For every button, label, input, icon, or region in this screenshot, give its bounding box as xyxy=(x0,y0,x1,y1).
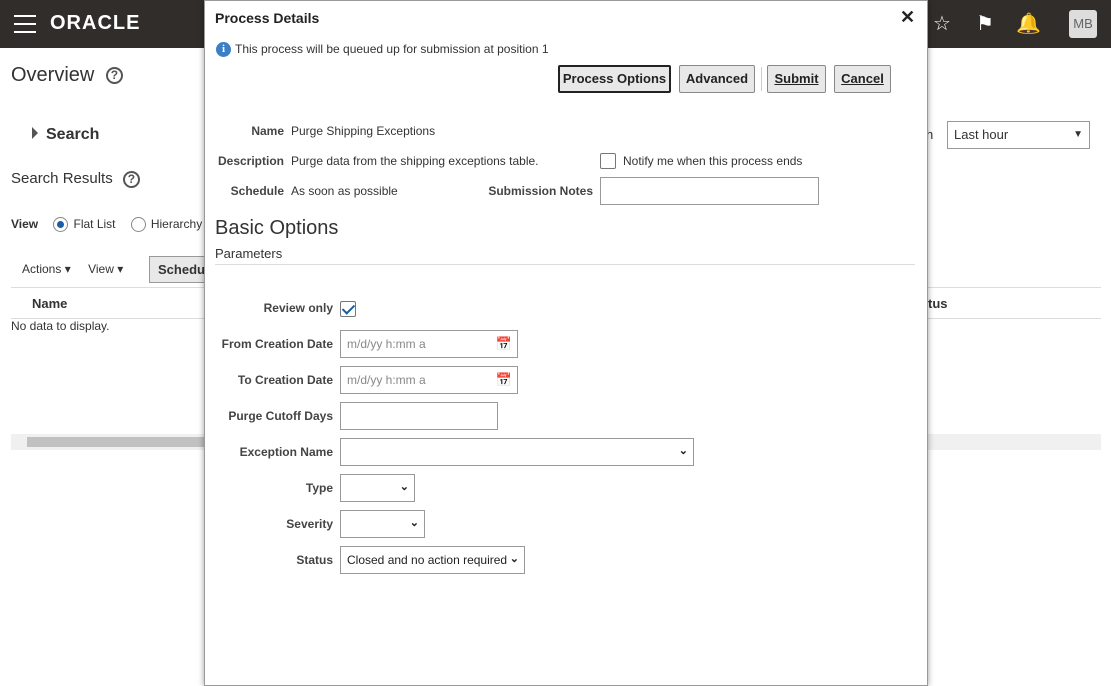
no-data-message: No data to display. xyxy=(11,319,110,333)
type-label: Type xyxy=(305,481,333,495)
caret-right-icon xyxy=(32,127,38,139)
period-select-value: Last hour xyxy=(954,127,1009,142)
severity-label: Severity xyxy=(286,517,333,531)
results-toolbar: Actions ▾ View ▾ xyxy=(22,262,123,276)
period-select[interactable]: Last hour ▼ xyxy=(947,121,1090,149)
view-label: View xyxy=(11,217,39,231)
search-label: Search xyxy=(46,126,100,143)
notify-checkbox[interactable] xyxy=(600,153,616,169)
calendar-icon[interactable]: 📅 xyxy=(496,372,512,388)
description-label: Description xyxy=(217,154,284,168)
section-title: Basic Options xyxy=(215,217,339,239)
exception-name-label: Exception Name xyxy=(239,445,333,459)
status-label: Status xyxy=(296,553,333,567)
chevron-down-icon: ⌄ xyxy=(399,481,409,493)
severity-select[interactable]: ⌄ xyxy=(340,510,425,538)
name-label: Name xyxy=(251,124,284,138)
schedule-value: As soon as possible xyxy=(291,184,398,198)
help-icon[interactable]: ? xyxy=(122,170,140,188)
notify-label: Notify me when this process ends xyxy=(623,154,803,168)
chevron-down-icon: ⌄ xyxy=(509,553,519,565)
page-title: Overview ? xyxy=(11,64,123,87)
hamburger-icon[interactable] xyxy=(14,15,36,33)
submission-notes-label: Submission Notes xyxy=(488,184,593,198)
type-select[interactable]: ⌄ xyxy=(340,474,415,502)
section-subtitle: Parameters xyxy=(215,246,283,261)
search-results-label: Search Results xyxy=(11,170,113,187)
column-header-status[interactable]: tus xyxy=(928,296,948,311)
radio-flat-list-label: Flat List xyxy=(73,217,116,231)
view-menu[interactable]: View ▾ xyxy=(88,262,123,276)
search-section-toggle[interactable]: Search xyxy=(32,126,99,144)
to-date-placeholder: m/d/yy h:mm a xyxy=(347,373,426,387)
submission-notes-input[interactable] xyxy=(600,177,819,205)
chevron-down-icon: ⌄ xyxy=(678,445,688,457)
to-date-input[interactable]: m/d/yy h:mm a 📅 xyxy=(340,366,518,394)
close-icon[interactable]: ✕ xyxy=(900,7,915,28)
from-date-input[interactable]: m/d/yy h:mm a 📅 xyxy=(340,330,518,358)
actions-menu[interactable]: Actions ▾ xyxy=(22,262,71,276)
bell-icon[interactable]: 🔔 xyxy=(1016,12,1041,36)
section-divider xyxy=(215,264,915,265)
page-title-text: Overview xyxy=(11,64,95,86)
flag-icon[interactable]: ⚑ xyxy=(973,12,997,36)
radio-hierarchy-label: Hierarchy xyxy=(150,217,203,231)
chevron-down-icon: ⌄ xyxy=(409,517,419,529)
calendar-icon[interactable]: 📅 xyxy=(496,336,512,352)
status-select[interactable]: Closed and no action required ⌄ xyxy=(340,546,525,574)
process-details-dialog: Process Details ✕ i This process will be … xyxy=(204,0,928,686)
process-options-button[interactable]: Process Options xyxy=(558,65,671,93)
info-text: This process will be queued up for submi… xyxy=(235,42,549,56)
review-only-checkbox[interactable] xyxy=(340,301,356,317)
exception-name-select[interactable]: ⌄ xyxy=(340,438,694,466)
name-value: Purge Shipping Exceptions xyxy=(291,124,436,138)
status-value: Closed and no action required xyxy=(347,553,508,567)
search-results-heading: Search Results ? xyxy=(11,170,140,188)
info-message: i This process will be queued up for subm… xyxy=(216,42,549,58)
button-separator xyxy=(761,67,762,91)
cancel-button[interactable]: Cancel xyxy=(834,65,891,93)
purge-cutoff-input[interactable] xyxy=(340,402,498,430)
info-icon: i xyxy=(216,42,231,58)
star-icon[interactable]: ☆ xyxy=(930,12,954,36)
view-mode-row: View Flat List Hierarchy xyxy=(11,217,203,233)
view-menu-label: View xyxy=(88,262,114,276)
column-header-name[interactable]: Name xyxy=(32,296,67,311)
radio-flat-list[interactable] xyxy=(53,217,69,233)
actions-menu-label: Actions xyxy=(22,262,62,276)
description-value: Purge data from the shipping exceptions … xyxy=(291,154,539,168)
avatar[interactable]: MB xyxy=(1069,10,1097,38)
chevron-down-icon: ▼ xyxy=(1073,129,1083,140)
from-date-placeholder: m/d/yy h:mm a xyxy=(347,337,426,351)
schedule-label: Schedule xyxy=(230,184,284,198)
oracle-logo: ORACLE xyxy=(50,12,141,34)
dialog-title: Process Details xyxy=(215,10,320,26)
purge-cutoff-label: Purge Cutoff Days xyxy=(228,409,333,423)
help-icon[interactable]: ? xyxy=(105,67,123,85)
to-date-label: To Creation Date xyxy=(237,373,333,387)
review-only-label: Review only xyxy=(263,301,333,315)
advanced-button[interactable]: Advanced xyxy=(679,65,755,93)
from-date-label: From Creation Date xyxy=(221,337,333,351)
schedule-button[interactable]: Schedul xyxy=(149,256,209,283)
scrollbar-thumb[interactable] xyxy=(27,437,217,447)
submit-button[interactable]: Submit xyxy=(767,65,826,93)
radio-hierarchy[interactable] xyxy=(130,217,146,233)
